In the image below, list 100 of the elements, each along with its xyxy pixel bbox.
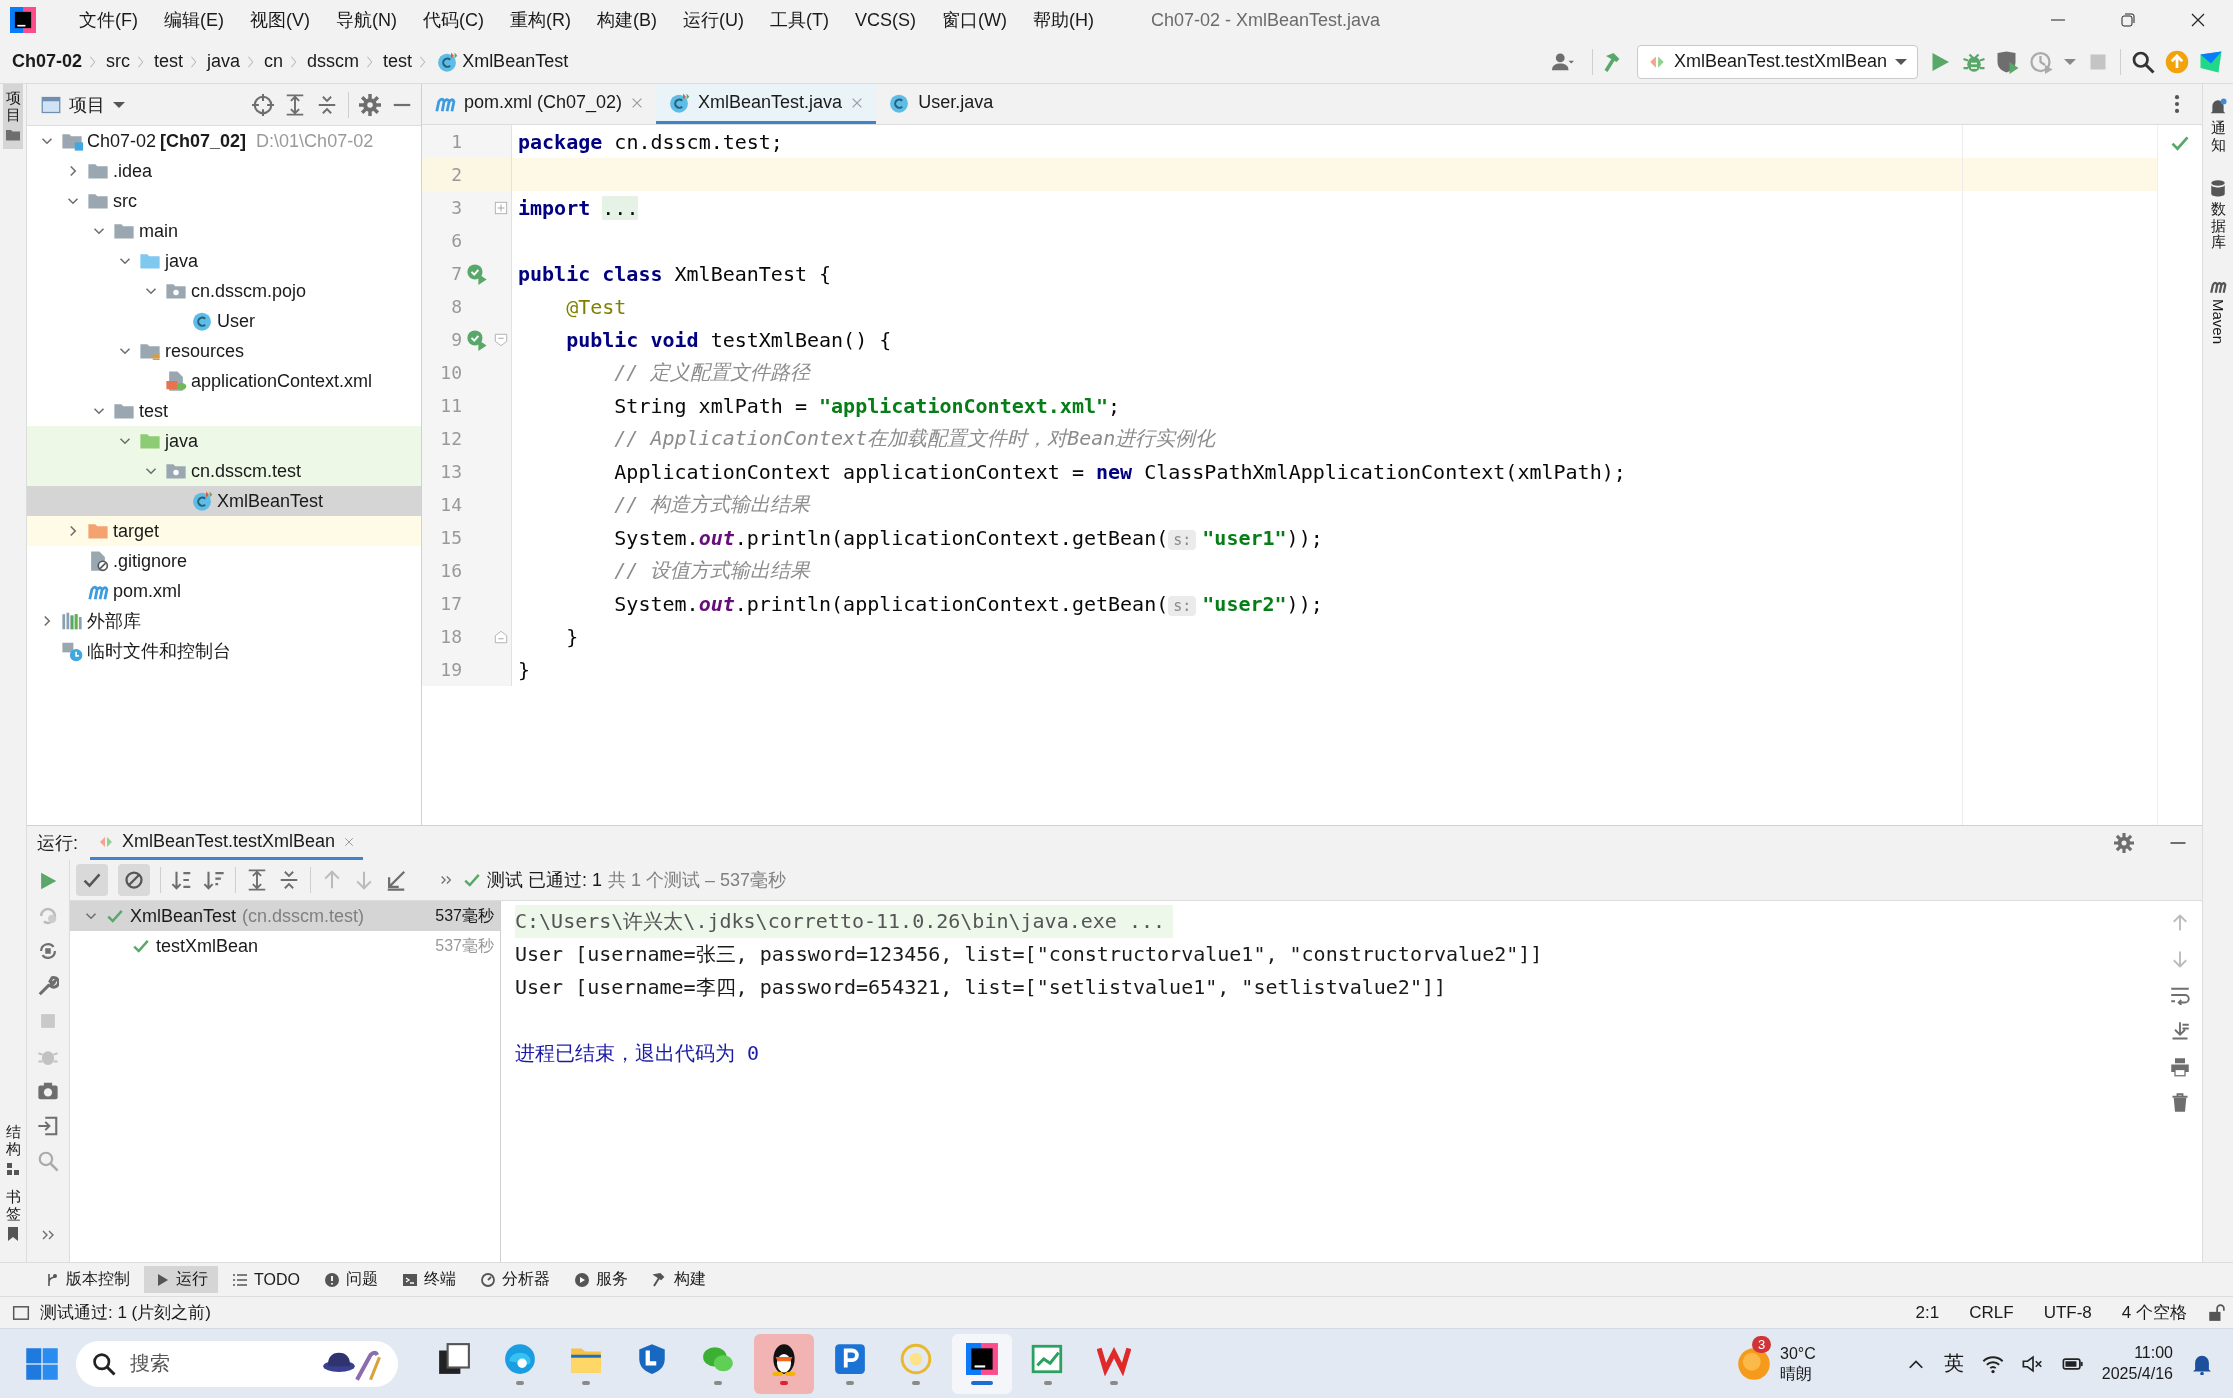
expand-all-icon[interactable] [284,93,306,116]
dropdown-caret-icon[interactable] [1895,58,1907,65]
locate-icon[interactable] [252,93,274,116]
exit-icon[interactable] [37,1115,59,1138]
tree-item[interactable]: pom.xml [27,576,421,606]
test-item[interactable]: XmlBeanTest (cn.dsscm.test) 537毫秒 [70,901,500,932]
coverage-icon[interactable] [1996,49,2020,74]
breadcrumb[interactable]: java [207,51,241,72]
tool-window-tab[interactable]: 运行 [144,1266,218,1293]
ide-icon[interactable] [965,1342,999,1376]
menu-item[interactable]: 编辑(E) [151,4,237,36]
close-icon[interactable] [343,835,356,848]
input-method[interactable]: 英 [1943,1350,1964,1377]
settings-icon[interactable] [359,93,381,116]
unlock-icon[interactable] [2207,1303,2225,1322]
editor-tab[interactable]: User.java [876,84,1006,124]
project-view-dropdown[interactable]: 项目 [41,92,125,117]
menu-item[interactable]: 窗口(W) [929,4,1020,36]
tool-window-button[interactable]: 书签 [3,1183,23,1248]
test-item[interactable]: testXmlBean 537毫秒 [70,931,500,962]
tree-item[interactable]: target [27,516,421,546]
scroll-to-end-icon[interactable] [2170,1021,2190,1042]
print-icon[interactable] [2170,1057,2190,1078]
tree-item[interactable]: resources [27,336,421,366]
toolbox-icon[interactable] [2199,49,2223,74]
tile-icon[interactable] [833,1342,867,1376]
app-logo-icon[interactable] [10,7,36,33]
editor-tab[interactable]: pom.xml (Ch07_02) [422,84,657,124]
tool-window-button[interactable]: 数据库 [2207,173,2229,257]
sort-duration-icon[interactable] [203,869,225,892]
show-passed-toggle[interactable] [76,864,108,897]
breadcrumb[interactable]: dsscm [307,51,360,72]
menu-item[interactable]: VCS(S) [841,5,929,35]
tool-window-tab[interactable]: TODO [222,1267,310,1292]
run-test-icon[interactable] [466,328,488,351]
editor-tab[interactable]: XmlBeanTest.java [656,84,877,124]
menu-item[interactable]: 运行(U) [670,4,757,36]
collapse-all-icon[interactable] [278,869,300,892]
status-item[interactable]: CRLF [1959,1302,2024,1323]
search-icon[interactable] [2131,49,2155,74]
tree-item[interactable]: .idea [27,156,421,186]
breadcrumb[interactable]: Ch07-02 [12,51,83,72]
tree-item[interactable]: Ch07-02 [Ch07_02] D:\01\Ch07-02 [27,126,421,156]
tool-window-button[interactable]: 通知 [2207,92,2229,159]
show-ignored-toggle[interactable] [118,864,150,897]
windows-stack-icon[interactable] [437,1342,471,1376]
status-item[interactable]: UTF-8 [2033,1302,2102,1323]
tool-window-button[interactable]: 结构 [3,1118,23,1183]
tree-item[interactable]: cn.dsscm.pojo [27,276,421,306]
breadcrumb[interactable]: src [106,51,131,72]
import-icon[interactable] [385,869,407,892]
tree-item[interactable]: User [27,306,421,336]
menu-item[interactable]: 构建(B) [584,4,670,36]
run-test-icon[interactable] [466,262,488,285]
search-field[interactable]: 搜索 [76,1340,398,1387]
tool-window-button[interactable]: Maven [2207,270,2229,350]
tree-item[interactable]: src [27,186,421,216]
menu-item[interactable]: 工具(T) [757,4,842,36]
menu-item[interactable]: 导航(N) [323,4,410,36]
taskbar-app[interactable] [952,1333,1012,1394]
dropdown-caret-icon[interactable] [2064,58,2076,65]
dropdown-caret-icon[interactable] [113,101,125,108]
clock[interactable]: 11:00 2025/4/16 [2101,1342,2173,1385]
tool-window-tab[interactable]: 版本控制 [34,1266,140,1293]
breadcrumb[interactable]: XmlBeanTest [436,50,569,73]
sort-alpha-icon[interactable] [171,869,193,892]
breadcrumb[interactable]: test [383,51,413,72]
tree-item[interactable]: java [27,246,421,276]
tool-window-tab[interactable]: 终端 [391,1266,466,1293]
tree-item[interactable]: 临时文件和控制台 [27,636,421,666]
wrench-icon[interactable] [37,975,59,998]
tree-item[interactable]: test [27,396,421,426]
breadcrumb[interactable]: test [154,51,184,72]
status-item[interactable]: 2:1 [1905,1302,1950,1323]
tool-window-tab[interactable]: 服务 [563,1266,638,1293]
tool-window-tab[interactable]: 分析器 [469,1266,560,1293]
tree-item[interactable]: 外部库 [27,606,421,636]
tree-item[interactable]: .gitignore [27,546,421,576]
soft-wrap-icon[interactable] [2170,985,2190,1006]
panel-toggle-icon[interactable] [12,1303,30,1322]
settings-icon[interactable] [2114,833,2134,854]
tool-window-tab[interactable]: 问题 [313,1266,388,1293]
taskbar-app[interactable] [754,1333,814,1394]
tree-item[interactable]: applicationContext.xml [27,366,421,396]
trash-icon[interactable] [2170,1093,2190,1114]
menu-item[interactable]: 重构(R) [497,4,584,36]
menu-item[interactable]: 代码(C) [410,4,497,36]
status-item[interactable]: 4 个空格 [2111,1301,2197,1324]
breadcrumb[interactable]: cn [264,51,284,72]
run-configuration-dropdown[interactable]: XmlBeanTest.testXmlBean [1636,44,1918,79]
expand-all-icon[interactable] [246,869,268,892]
tree-item[interactable]: main [27,216,421,246]
tool-window-tab[interactable]: 构建 [641,1266,716,1293]
tool-window-button[interactable]: 项目 [3,84,23,149]
chart-icon[interactable] [1031,1342,1065,1376]
menu-item[interactable]: 文件(F) [66,4,151,36]
tree-item[interactable]: XmlBeanTest [27,486,421,516]
tree-item[interactable]: java [27,426,421,456]
browser-icon[interactable] [503,1342,537,1376]
tree-item[interactable]: cn.dsscm.test [27,456,421,486]
